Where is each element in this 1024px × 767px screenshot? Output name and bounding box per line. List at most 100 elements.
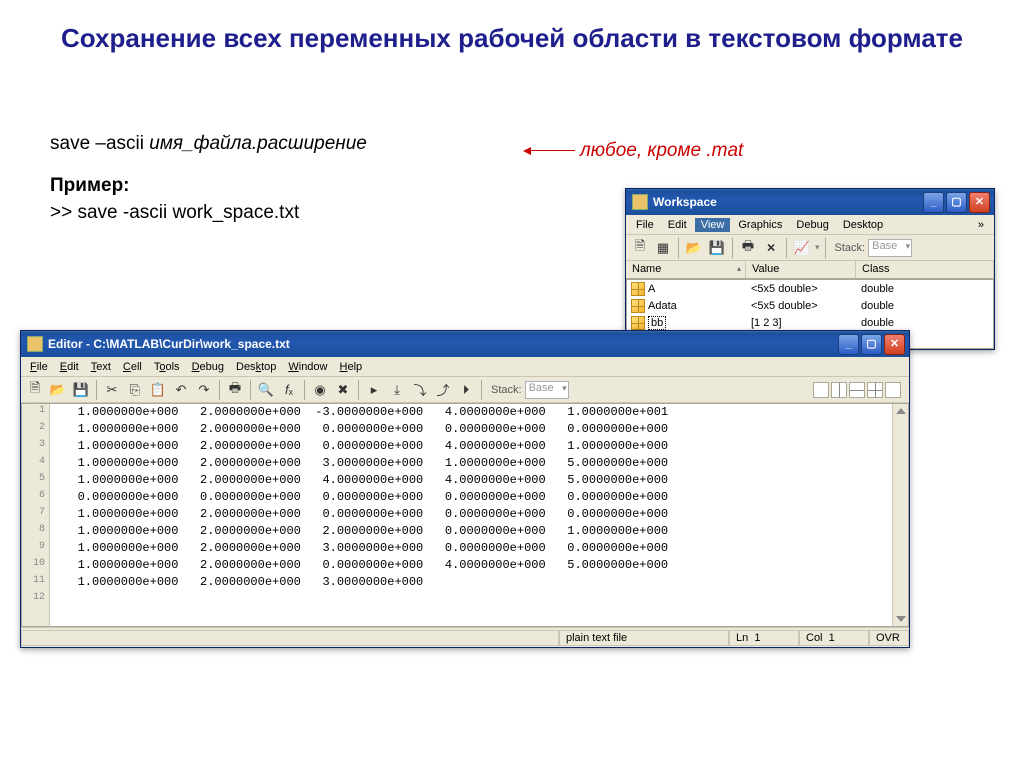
workspace-titlebar[interactable]: Workspace _ ▢ ✕ (626, 189, 994, 215)
menu-overflow-icon[interactable]: » (972, 219, 990, 231)
open-var-icon[interactable]: ▦ (653, 238, 673, 258)
copy-icon[interactable]: ⎘ (125, 380, 145, 400)
menu-debug[interactable]: Debug (790, 218, 834, 232)
column-class[interactable]: Class (856, 261, 994, 278)
gutter-line: 7 (22, 506, 49, 523)
variable-icon (631, 316, 645, 330)
gutter-line: 1 (22, 404, 49, 421)
step-out-icon[interactable]: ⤴ (433, 380, 453, 400)
plot-icon[interactable]: 📈 (792, 238, 812, 258)
code-line[interactable]: 1.0000000e+000 2.0000000e+000 0.0000000e… (50, 421, 892, 438)
dropdown-icon[interactable]: ▾ (815, 242, 820, 253)
code-line[interactable]: 1.0000000e+000 2.0000000e+000 3.0000000e… (50, 455, 892, 472)
layout-split-v-icon[interactable] (849, 382, 865, 398)
cut-icon[interactable]: ✂ (102, 380, 122, 400)
save-file-icon[interactable]: 💾 (71, 380, 91, 400)
menu-debug[interactable]: Debug (187, 360, 229, 374)
function-icon[interactable]: fₓ (279, 380, 299, 400)
var-value: <5x5 double> (747, 283, 857, 295)
breakpoint-clear-icon[interactable]: ✖ (333, 380, 353, 400)
var-value: [1 2 3] (747, 317, 857, 329)
open-file-icon[interactable]: 📂 (48, 380, 68, 400)
gutter: 123456789101112 (22, 404, 50, 626)
import-icon[interactable]: 📂 (684, 238, 704, 258)
variable-icon (631, 299, 645, 313)
undo-icon[interactable]: ↶ (171, 380, 191, 400)
print-icon[interactable]: 🖶 (738, 238, 758, 258)
workspace-row: A <5x5 double> double (627, 280, 993, 297)
save-icon[interactable]: 💾 (707, 238, 727, 258)
var-class: double (857, 317, 993, 329)
redo-icon[interactable]: ↷ (194, 380, 214, 400)
menu-desktop[interactable]: Desktop (837, 218, 889, 232)
menu-window[interactable]: Window (283, 360, 332, 374)
layout-float-icon[interactable] (885, 382, 901, 398)
editor-menubar: File Edit Text Cell Tools Debug Desktop … (21, 357, 909, 377)
editor-titlebar[interactable]: Editor - C:\MATLAB\CurDir\work_space.txt… (21, 331, 909, 357)
var-class: double (857, 283, 993, 295)
paste-icon[interactable]: 📋 (148, 380, 168, 400)
step-icon[interactable]: ⤓ (387, 380, 407, 400)
menu-text[interactable]: Text (86, 360, 116, 374)
code-line[interactable]: 0.0000000e+000 0.0000000e+000 0.0000000e… (50, 489, 892, 506)
editor-icon (27, 336, 43, 352)
column-name[interactable]: Name (626, 261, 746, 278)
maximize-button[interactable]: ▢ (946, 192, 967, 213)
menu-file[interactable]: File (25, 360, 53, 374)
run-icon[interactable]: ▸ (364, 380, 384, 400)
menu-help[interactable]: Help (335, 360, 368, 374)
menu-edit[interactable]: Edit (55, 360, 84, 374)
code-line[interactable]: 1.0000000e+000 2.0000000e+000 0.0000000e… (50, 557, 892, 574)
close-button[interactable]: ✕ (884, 334, 905, 355)
slide-title: Сохранение всех переменных рабочей облас… (0, 0, 1024, 64)
stack-combo[interactable]: Base (868, 239, 912, 257)
new-file-icon[interactable]: 🗎 (25, 380, 45, 400)
status-col: Col 1 (799, 630, 869, 646)
code-line[interactable]: 1.0000000e+000 2.0000000e+000 0.0000000e… (50, 438, 892, 455)
workspace-headers: Name Value Class (626, 261, 994, 279)
menu-view[interactable]: View (695, 218, 731, 232)
separator-icon (358, 380, 359, 400)
step-in-icon[interactable]: ⤵ (410, 380, 430, 400)
print-icon[interactable]: 🖶 (225, 380, 245, 400)
continue-icon[interactable]: ⏵ (456, 380, 476, 400)
code-line[interactable]: 1.0000000e+000 2.0000000e+000 -3.0000000… (50, 404, 892, 421)
code-line[interactable]: 1.0000000e+000 2.0000000e+000 2.0000000e… (50, 523, 892, 540)
code-line[interactable]: 1.0000000e+000 2.0000000e+000 0.0000000e… (50, 506, 892, 523)
var-name[interactable]: Adata (648, 300, 677, 312)
code-line[interactable]: 1.0000000e+000 2.0000000e+000 4.0000000e… (50, 472, 892, 489)
menu-graphics[interactable]: Graphics (732, 218, 788, 232)
var-name[interactable]: A (648, 283, 655, 295)
var-name[interactable]: bb (648, 316, 666, 330)
minimize-button[interactable]: _ (838, 334, 859, 355)
syntax-prefix: save –ascii (50, 133, 149, 154)
close-button[interactable]: ✕ (969, 192, 990, 213)
layout-single-icon[interactable] (813, 382, 829, 398)
new-var-icon[interactable]: 🗎 (630, 238, 650, 258)
code-line[interactable] (50, 591, 892, 608)
delete-icon[interactable]: 🞬 (761, 238, 781, 258)
minimize-button[interactable]: _ (923, 192, 944, 213)
layout-quad-icon[interactable] (867, 382, 883, 398)
menu-cell[interactable]: Cell (118, 360, 147, 374)
maximize-button[interactable]: ▢ (861, 334, 882, 355)
code-line[interactable]: 1.0000000e+000 2.0000000e+000 3.0000000e… (50, 574, 892, 591)
layout-split-h-icon[interactable] (831, 382, 847, 398)
code-line[interactable]: 1.0000000e+000 2.0000000e+000 3.0000000e… (50, 540, 892, 557)
separator-icon (786, 238, 787, 258)
status-line: Ln 1 (729, 630, 799, 646)
editor-window: Editor - C:\MATLAB\CurDir\work_space.txt… (20, 330, 910, 648)
separator-icon (732, 238, 733, 258)
find-icon[interactable]: 🔍 (256, 380, 276, 400)
menu-edit[interactable]: Edit (662, 218, 693, 232)
breakpoint-set-icon[interactable]: ◉ (310, 380, 330, 400)
menu-file[interactable]: File (630, 218, 660, 232)
editor-statusbar: plain text file Ln 1 Col 1 OVR (21, 627, 909, 647)
stack-combo[interactable]: Base (525, 381, 569, 399)
menu-tools[interactable]: Tools (149, 360, 185, 374)
code-area[interactable]: 1.0000000e+000 2.0000000e+000 -3.0000000… (50, 404, 892, 626)
workspace-window: Workspace _ ▢ ✕ File Edit View Graphics … (625, 188, 995, 350)
menu-desktop[interactable]: Desktop (231, 360, 281, 374)
vertical-scrollbar[interactable] (892, 404, 908, 626)
column-value[interactable]: Value (746, 261, 856, 278)
